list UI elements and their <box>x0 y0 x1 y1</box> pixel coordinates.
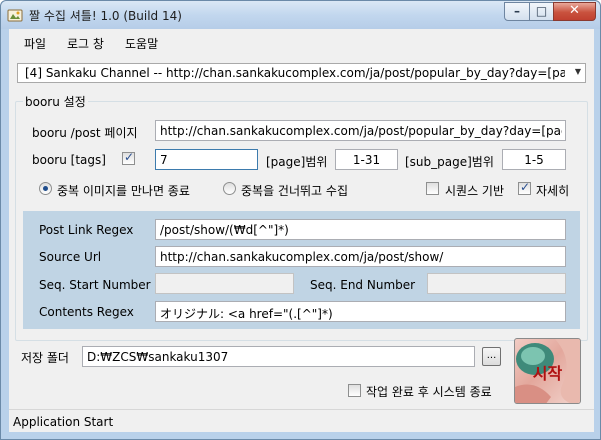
save-folder-label: 저장 폴더 <box>21 351 69 365</box>
minimize-button[interactable]: – <box>504 2 530 21</box>
contents-regex-value: オリジナル: <a href="(.[^"]*) <box>160 307 333 321</box>
post-link-regex-value: /post/show/(₩d[^"]*) <box>160 223 289 237</box>
maximize-icon: □ <box>535 4 548 18</box>
menu-file[interactable]: 파일 <box>24 35 46 52</box>
status-text: Application Start <box>13 415 114 429</box>
stop-on-duplicate-label[interactable]: 중복 이미지를 만나면 종료 <box>57 182 190 199</box>
post-link-regex-input[interactable]: /post/show/(₩d[^"]*) <box>155 219 566 240</box>
app-icon <box>7 9 23 22</box>
skip-duplicate-label[interactable]: 중복을 건너뛰고 수집 <box>241 182 348 199</box>
page-range-value: 1-31 <box>352 153 381 167</box>
checkmark-icon: ✓ <box>520 180 531 194</box>
client-area: 파일 로그 창 도움말 [4] Sankaku Channel -- http:… <box>9 29 594 432</box>
post-page-value: http://chan.sankakucomplex.com/ja/post/p… <box>160 124 562 138</box>
shutdown-checkbox[interactable] <box>348 384 361 397</box>
start-button[interactable]: 시작 <box>514 338 581 404</box>
browse-folder-button[interactable]: ... <box>482 347 501 366</box>
verbose-checkbox[interactable]: ✓ <box>518 180 531 195</box>
save-folder-input[interactable]: D:₩ZCS₩sankaku1307 <box>82 346 475 367</box>
tags-label: booru [tags] <box>32 153 106 167</box>
radio-selected-icon <box>43 186 48 191</box>
seq-end-input[interactable] <box>427 273 566 294</box>
post-link-regex-label: Post Link Regex <box>39 223 134 237</box>
source-url-value: http://chan.sankakucomplex.com/ja/post/s… <box>160 250 444 264</box>
tags-checkbox[interactable]: ✓ <box>122 150 135 165</box>
page-range-label: [page]범위 <box>266 155 328 169</box>
start-button-label: 시작 <box>532 364 563 383</box>
source-url-label: Source Url <box>39 250 102 264</box>
chevron-down-icon[interactable]: ▼ <box>575 67 581 76</box>
post-page-label: booru /post 페이지 <box>32 126 138 140</box>
close-button[interactable]: ✕ <box>553 2 596 21</box>
app-window: 짤 수집 셔틀! 1.0 (Build 14) – □ ✕ 파일 로그 창 도움… <box>0 0 601 440</box>
contents-regex-input[interactable]: オリジナル: <a href="(.[^"]*) <box>155 301 566 322</box>
post-page-input[interactable]: http://chan.sankakucomplex.com/ja/post/p… <box>155 120 566 141</box>
sub-page-range-input[interactable]: 1-5 <box>502 149 566 170</box>
sequence-checkbox[interactable] <box>426 182 439 195</box>
site-select[interactable]: [4] Sankaku Channel -- http://chan.sanka… <box>17 63 586 83</box>
tags-value: 7 <box>160 153 168 167</box>
page-range-input[interactable]: 1-31 <box>335 149 398 170</box>
maximize-button[interactable]: □ <box>529 2 554 21</box>
sequence-label[interactable]: 시퀀스 기반 <box>445 182 504 199</box>
checkmark-icon: ✓ <box>124 150 135 164</box>
stop-on-duplicate-radio[interactable] <box>39 182 52 195</box>
skip-duplicate-radio[interactable] <box>223 182 236 195</box>
shutdown-label[interactable]: 작업 완료 후 시스템 종료 <box>366 383 492 400</box>
site-select-value: [4] Sankaku Channel -- http://chan.sanka… <box>25 66 565 80</box>
title-bar[interactable]: 짤 수집 셔틀! 1.0 (Build 14) – □ ✕ <box>1 1 600 29</box>
menu-help[interactable]: 도움말 <box>125 35 158 52</box>
menu-log-window[interactable]: 로그 창 <box>67 35 104 52</box>
source-url-input[interactable]: http://chan.sankakucomplex.com/ja/post/s… <box>155 246 566 267</box>
status-bar: Application Start <box>9 409 594 432</box>
minimize-icon: – <box>514 4 520 18</box>
tags-input[interactable]: 7 <box>155 149 258 170</box>
sub-page-range-label: [sub_page]범위 <box>405 155 494 169</box>
seq-start-input[interactable] <box>155 273 294 294</box>
seq-end-label: Seq. End Number <box>310 278 416 292</box>
contents-regex-label: Contents Regex <box>39 305 134 319</box>
seq-start-label: Seq. Start Number <box>39 278 151 292</box>
close-icon: ✕ <box>569 3 580 18</box>
save-folder-value: D:₩ZCS₩sankaku1307 <box>87 350 229 364</box>
window-title: 짤 수집 셔틀! 1.0 (Build 14) <box>29 9 182 23</box>
sub-page-range-value: 1-5 <box>524 153 544 167</box>
menu-bar: 파일 로그 창 도움말 <box>9 29 594 55</box>
booru-settings-label: booru 설정 <box>23 93 88 110</box>
verbose-label[interactable]: 자세히 <box>536 182 569 199</box>
